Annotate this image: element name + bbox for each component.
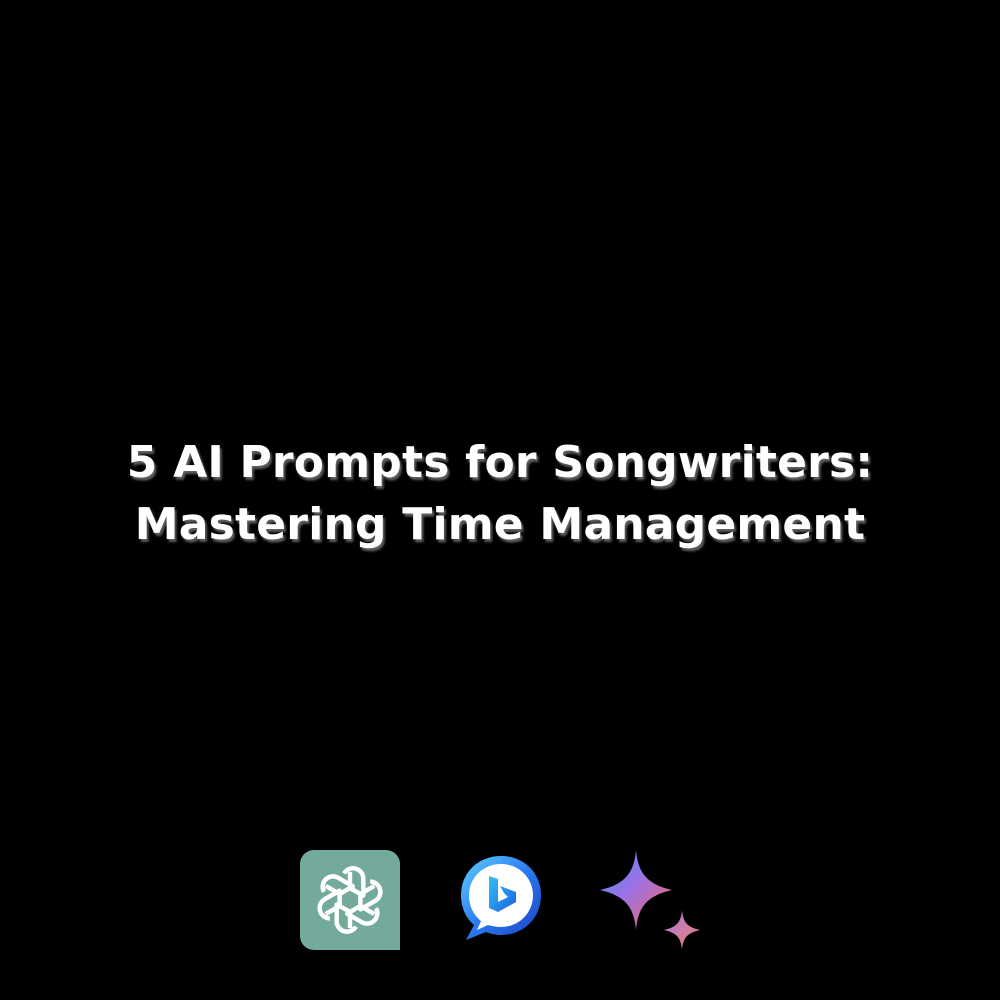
openai-logo-icon — [300, 850, 400, 950]
headline-line-1: 5 AI Prompts for Songwriters: — [126, 437, 874, 488]
openai-knot-icon — [317, 866, 383, 934]
headline-line-2: Mastering Time Management — [134, 499, 866, 550]
bing-chat-logo-icon — [461, 856, 541, 940]
gemini-sparkle-logo-icon — [600, 850, 700, 950]
headline: 5 AI Prompts for Songwriters: Mastering … — [0, 432, 1000, 556]
page: 5 AI Prompts for Songwriters: Mastering … — [0, 0, 1000, 1000]
